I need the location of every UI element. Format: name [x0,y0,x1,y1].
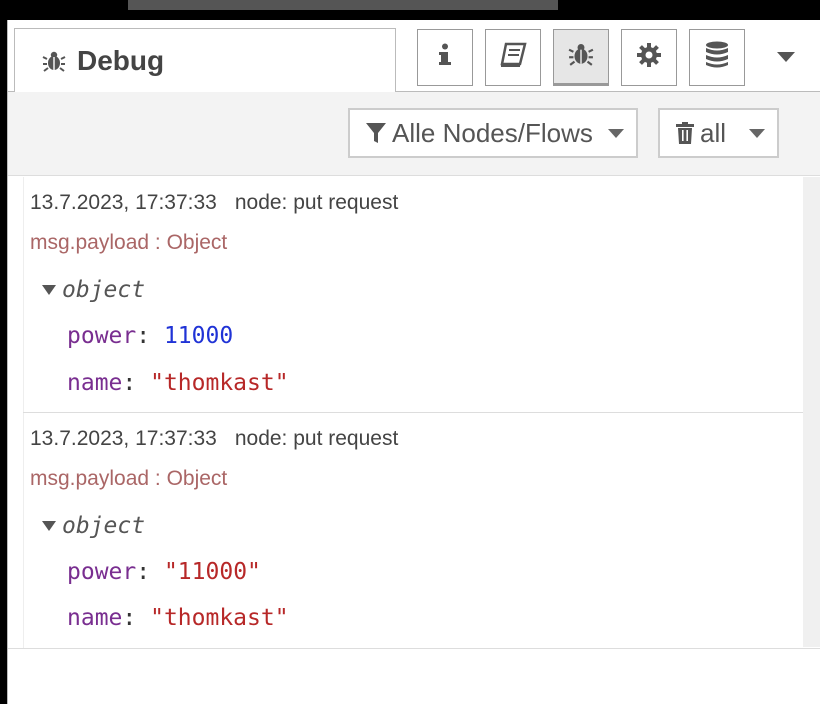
property-row: power: "11000" [67,559,261,585]
bug-icon [41,48,67,74]
clear-dropdown[interactable]: all [658,108,779,158]
expand-caret-icon [42,521,56,531]
tab-debug[interactable]: Debug [14,28,396,93]
horizontal-scrollbar[interactable] [128,0,558,10]
book-icon [499,42,527,73]
sidebar-menu-button[interactable] [776,50,796,66]
message-list-end [8,648,820,649]
debug-message[interactable]: 13.7.2023, 17:37:33 node: put request msg… [23,177,803,413]
message-list: 13.7.2023, 17:37:33 node: put request msg… [8,177,820,704]
help-button[interactable] [485,29,541,86]
property-row: power: 11000 [67,323,234,349]
property-value: "11000" [163,559,261,585]
filter-icon [366,122,386,144]
filter-label: Alle Nodes/Flows [392,117,593,148]
property-value: "thomkast" [150,370,289,396]
message-node[interactable]: node: put request [235,191,398,214]
gear-icon [636,42,662,73]
message-node[interactable]: node: put request [235,427,398,450]
debug-message[interactable]: 13.7.2023, 17:37:33 node: put request msg… [23,413,803,649]
property-key: power [67,323,137,349]
property-value: 11000 [163,323,234,349]
object-type: object [62,277,146,303]
filter-dropdown[interactable]: Alle Nodes/Flows [348,108,638,158]
context-button[interactable] [689,29,745,86]
message-meta: 13.7.2023, 17:37:33 node: put request [30,427,398,451]
vertical-scrollbar[interactable] [803,177,820,647]
config-button[interactable] [621,29,677,86]
caret-down-icon [749,129,765,138]
tab-title: Debug [77,45,165,76]
info-button[interactable] [417,29,473,86]
trash-icon [676,122,694,144]
object-type: object [62,513,146,539]
debug-sidebar: Debug Alle Nodes/Flows all 13.7.2023, 17… [7,20,820,704]
expand-caret-icon [42,285,56,295]
message-timestamp: 13.7.2023, 17:37:33 [30,191,217,214]
debug-button[interactable] [553,29,609,86]
info-icon [438,43,452,72]
caret-down-icon [608,129,624,138]
message-meta: 13.7.2023, 17:37:33 node: put request [30,191,398,215]
property-key: power [67,559,137,585]
message-topic: msg.payload : Object [30,231,228,254]
clear-label: all [700,117,727,148]
chevron-down-icon [777,49,795,67]
property-key: name [67,370,123,396]
bug-icon [568,41,594,72]
debug-toolbar: Alle Nodes/Flows all [8,92,820,176]
top-bar [0,0,820,20]
property-row: name: "thomkast" [67,370,289,396]
message-timestamp: 13.7.2023, 17:37:33 [30,427,217,450]
database-icon [704,41,730,74]
property-key: name [67,605,123,631]
object-toggle[interactable]: object [42,513,145,539]
sidebar-header: Debug [8,20,820,93]
message-topic: msg.payload : Object [30,467,228,490]
property-value: "thomkast" [150,605,289,631]
object-toggle[interactable]: object [42,277,145,303]
property-row: name: "thomkast" [67,605,289,631]
